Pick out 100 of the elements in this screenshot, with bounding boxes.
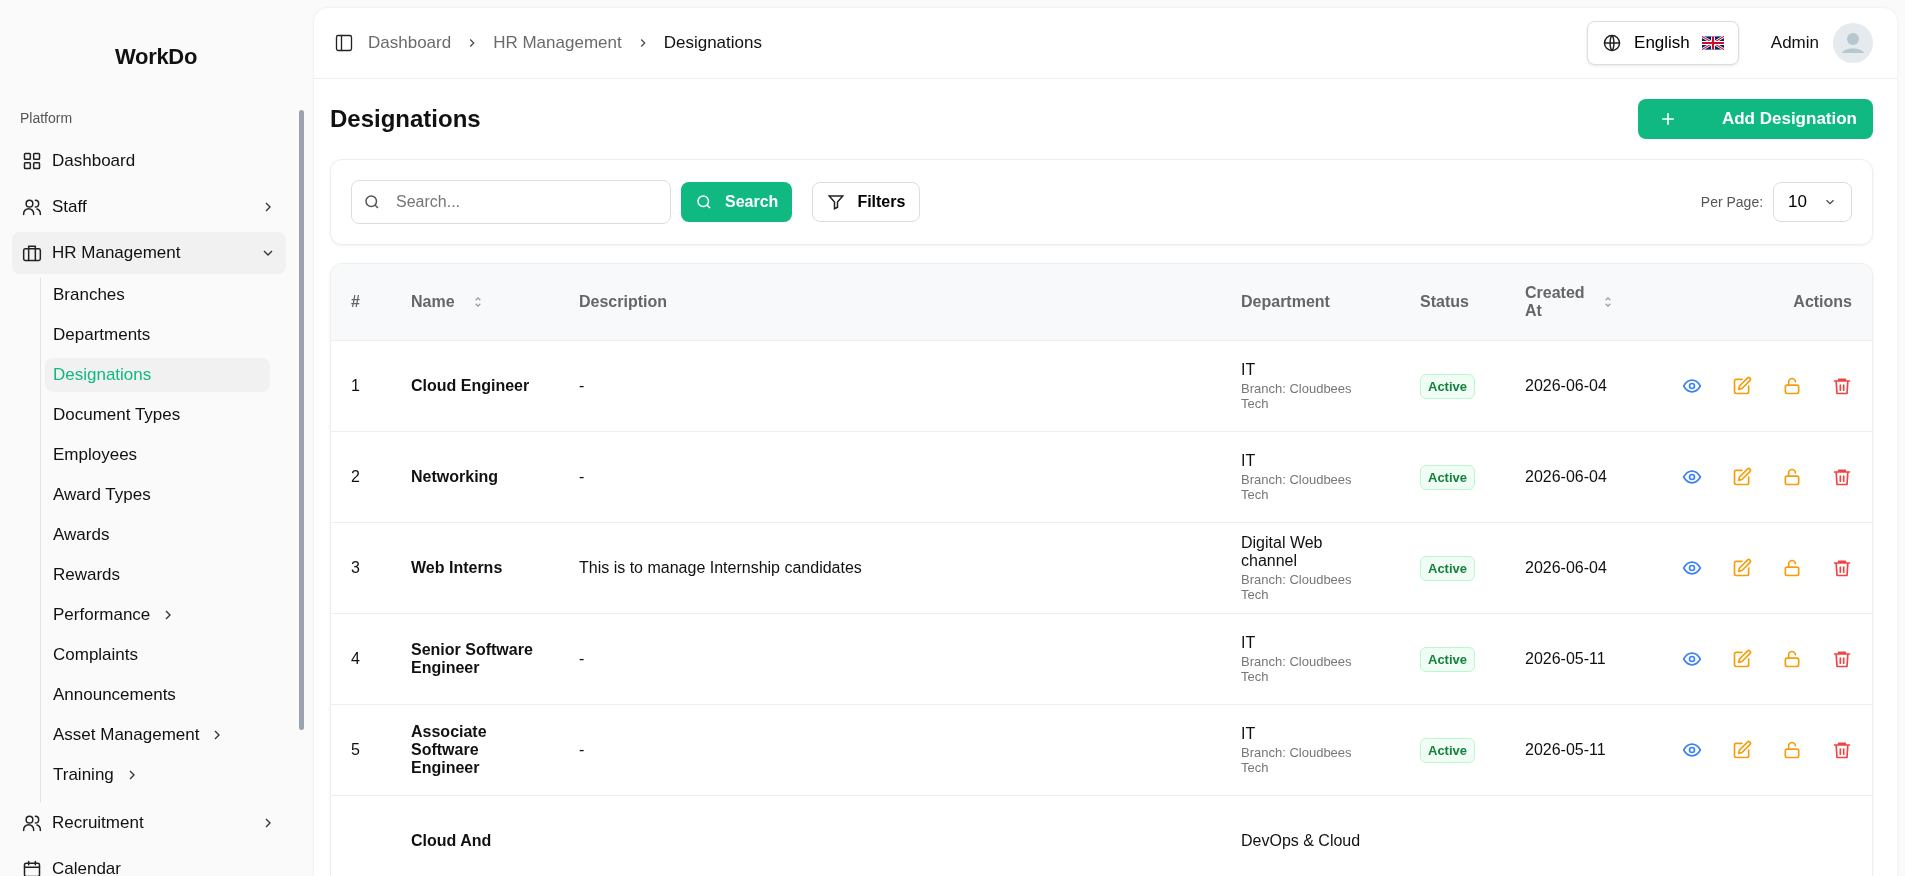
avatar-icon[interactable] [1833,23,1873,63]
table-cell: 2026-05-11 [1525,741,1606,759]
sidebar-subitem[interactable]: Document Types [45,398,189,432]
users-icon [22,813,42,833]
sidebar-subitem[interactable]: Asset Management [45,718,234,752]
table-cell: 3 [351,559,360,577]
view-icon[interactable] [1682,467,1702,487]
briefcase-icon [22,243,42,263]
column-header: Department [1241,293,1330,311]
page-title: Designations [330,105,481,133]
view-icon[interactable] [1682,558,1702,578]
lock-icon[interactable] [1782,740,1802,760]
sidebar-subitem[interactable]: Training [45,758,148,792]
sidebar-toggle-icon[interactable] [334,33,354,53]
brand-logo-text: WorkDo [113,43,199,71]
status-badge: Active [1420,646,1476,672]
sidebar-subitem[interactable]: Departments [45,318,159,352]
department-text: IT [1241,725,1256,743]
section-label: Platform [19,110,74,128]
delete-icon[interactable] [1832,740,1852,760]
edit-icon[interactable] [1732,467,1752,487]
column-header[interactable]: Created At [1525,284,1585,320]
table-cell: 1 [351,377,360,395]
sidebar-subitem[interactable]: Awards [45,518,118,552]
breadcrumb-link[interactable]: HR Management [493,33,622,53]
branch-text: Branch: Cloudbees Tech [1241,472,1353,502]
table-cell: - [579,741,585,759]
column-header: Status [1420,293,1469,311]
per-page-label: Per Page: [1700,194,1764,210]
view-icon[interactable] [1682,740,1702,760]
table-cell: 2026-05-11 [1525,650,1606,668]
filters-button[interactable]: Filters [812,182,921,222]
edit-icon[interactable] [1732,740,1752,760]
globe-icon [1602,33,1623,53]
branch-text: Branch: Cloudbees Tech [1241,654,1353,684]
department-text: IT [1241,634,1256,652]
status-badge: Active [1420,373,1476,399]
delete-icon[interactable] [1832,558,1852,578]
edit-icon[interactable] [1732,376,1752,396]
flag-icon [1701,36,1724,50]
lock-icon[interactable] [1782,649,1802,669]
column-header[interactable]: Name [411,293,455,311]
breadcrumb-link[interactable]: Dashboard [368,33,452,53]
table-cell: Networking [411,468,499,486]
table-cell: 4 [351,650,360,668]
sidebar-subitem[interactable]: Rewards [45,558,129,592]
sidebar-subitem[interactable]: Award Types [45,478,159,512]
edit-icon[interactable] [1732,649,1752,669]
table-cell: - [579,377,585,395]
table-cell-text: Senior Software Engineer [411,641,534,677]
table-cell-text: Associate Software Engineer [411,723,488,777]
branch-text: Branch: Cloudbees Tech [1241,745,1353,775]
table-cell: Cloud And [411,832,492,850]
sidebar-subitem[interactable]: Complaints [45,638,147,672]
sidebar-item[interactable]: HR Management [12,232,286,274]
edit-icon[interactable] [1732,558,1752,578]
view-icon[interactable] [1682,649,1702,669]
column-header: # [351,293,360,311]
sidebar-item[interactable]: Staff [12,186,286,228]
department-text: IT [1241,361,1256,379]
table-cell: Web Interns [411,559,503,577]
view-icon[interactable] [1682,376,1702,396]
search-icon [695,193,713,211]
sidebar-item[interactable]: Recruitment [12,802,286,844]
table-cell: This is to manage Internship candidates [579,559,862,577]
filter-icon [827,193,846,211]
sidebar-subitem[interactable]: Employees [45,438,146,472]
table-cell: Cloud Engineer [411,377,530,395]
column-header: Actions [1793,293,1852,311]
sidebar-item[interactable]: Dashboard [12,140,286,182]
scrollbar[interactable] [299,110,304,730]
status-badge: Active [1420,555,1476,581]
column-header: Description [579,293,667,311]
sidebar-subitem[interactable]: Branches [45,278,133,312]
language-button[interactable]: English [1587,21,1739,65]
search-field[interactable]: Search... [351,180,671,224]
department-text: DevOps & Cloud [1241,832,1361,850]
table-cell: - [579,650,585,668]
lock-icon[interactable] [1782,558,1802,578]
lock-icon[interactable] [1782,376,1802,396]
branch-text: Branch: Cloudbees Tech [1241,381,1353,411]
delete-icon[interactable] [1832,649,1852,669]
sidebar-item[interactable]: Calendar [12,848,286,876]
table-cell: 2026-06-04 [1525,559,1607,577]
sidebar-subitem[interactable]: Announcements [45,678,184,712]
user-name[interactable]: Admin [1770,33,1819,53]
table-cell: - [579,468,585,486]
lock-icon[interactable] [1782,467,1802,487]
branch-text: Branch: Cloudbees Tech [1241,572,1353,602]
users-icon [22,197,42,217]
grid-icon [22,151,42,171]
delete-icon[interactable] [1832,467,1852,487]
table-cell: 2 [351,468,360,486]
per-page-select[interactable]: 10 [1773,182,1852,222]
department-text: Digital Web channel [1241,534,1324,570]
delete-icon[interactable] [1832,376,1852,396]
table-cell: 2026-06-04 [1525,468,1607,486]
calendar-icon [22,859,42,876]
status-badge: Active [1420,464,1476,490]
sidebar-subitem[interactable]: Performance [45,598,185,632]
